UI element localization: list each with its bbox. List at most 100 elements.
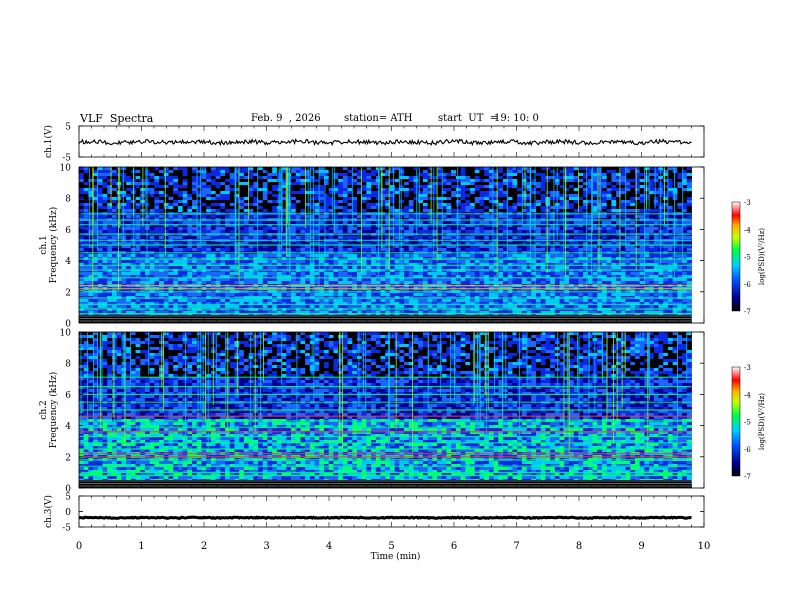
spectrogram-cell [465,206,471,210]
spectrogram-cell [225,254,231,258]
spectrogram-cell [319,278,325,282]
spectrogram-cell [677,254,683,258]
spectrogram-cell [168,185,174,189]
spectrogram-cell [394,272,400,276]
spectrogram-cell [564,179,570,183]
spectrogram-cell [347,272,353,276]
spectrogram-cell [97,266,103,270]
spectrogram-cell [583,197,589,201]
spectrogram-cell [149,200,155,204]
spectrogram-cell [465,188,471,192]
spectrogram-cell [380,179,386,183]
spectrogram-cell [451,215,457,219]
spectrogram-cell [606,215,612,219]
spectrogram-cell [342,230,348,234]
spectrogram-cell [258,173,264,177]
spectrogram-cell [498,185,504,189]
spectrogram-cell [620,254,626,258]
spectrogram-cell [667,254,674,258]
spectrogram-cell [479,209,485,213]
spectrogram-cell [554,278,560,282]
spectrogram-cell [639,179,645,183]
spectrogram-cell [187,197,193,201]
spectrogram-cell [225,281,231,285]
spectrogram-cell [446,179,452,183]
spectrogram-cell [611,248,617,252]
spectrogram-cell [140,266,146,270]
spectrogram-cell [460,278,466,282]
spectrogram-cell [465,185,471,189]
spectrogram-cell [578,206,584,210]
spectrogram-cell [517,236,523,240]
spectrogram-cell [97,191,103,195]
spectrogram-cell [182,176,188,180]
spectrogram-cell [634,272,641,276]
spectrogram-cell [536,272,542,276]
spectrogram-cell [187,185,193,189]
spectrogram-cell [295,230,301,234]
spectrogram-cell [597,227,603,231]
spectrogram-cell [135,203,141,207]
spectrogram-cell [389,194,396,198]
spectrogram-cell [333,278,339,282]
spectrogram-cell [465,260,471,264]
spectrogram-cell [639,227,645,231]
spectrogram-cell [182,260,188,264]
spectrogram-cell [342,197,348,201]
spectrogram-cell [672,197,678,201]
spectrogram-cell [484,248,490,252]
spectrogram-cell [663,248,669,252]
spectrogram-cell [225,185,231,189]
spectrogram-cell [371,179,377,183]
spectrogram-cell [474,230,480,234]
spectrogram-cell [559,278,565,282]
spectrogram-cell [394,278,400,282]
spectrogram-cell [422,215,429,219]
spectrogram-cell [422,230,429,234]
spectrogram-cell [107,278,113,282]
spectrogram-cell [550,188,556,192]
spectrogram-cell [342,248,348,252]
spectrogram-cell [229,248,235,252]
spectrogram-cell [507,176,513,180]
spectrogram-cell [135,200,141,204]
spectrogram-cell [201,203,207,207]
spectrogram-cell [667,266,674,270]
spectrogram-cell [630,194,636,198]
spectrogram-cell [653,227,659,231]
spectrogram-cell [196,197,202,201]
spectrogram-cell [446,170,452,174]
spectrogram-cell [366,170,372,174]
spectrogram-cell [177,182,184,186]
spectrogram-cell [272,197,278,201]
spectrogram-cell [531,167,537,171]
spectrogram-cell [159,230,165,234]
spectrogram-cell [267,227,273,231]
spectrogram-cell [479,173,485,177]
spectrogram-cell [634,236,641,240]
spectrogram-cell [182,278,188,282]
spectrogram-cell [540,260,546,264]
spectrogram-cell [653,185,659,189]
spectrogram-cell [630,185,636,189]
spectrogram-cell [192,200,198,204]
spectrogram-cell [479,236,485,240]
spectrogram-cell [140,278,146,282]
spectrogram-cell [182,254,188,258]
spectrogram-cell [97,179,103,183]
spectrogram-cell [620,266,626,270]
spectrogram-cell [154,236,160,240]
spectrogram-cell [399,227,405,231]
spectrogram-cell [437,203,443,207]
spectrogram-cell [634,215,641,219]
spectrogram-cell [545,170,551,174]
spectrogram-cell [83,248,89,252]
spectrogram-cell [220,209,226,213]
spectrogram-cell [531,185,537,189]
spectrogram-cell [550,209,556,213]
spectrogram-cell [616,227,622,231]
spectrogram-cell [677,167,683,171]
spectrogram-cell [677,194,683,198]
spectrogram-cell [606,230,612,234]
spectrogram-cell [427,248,433,252]
